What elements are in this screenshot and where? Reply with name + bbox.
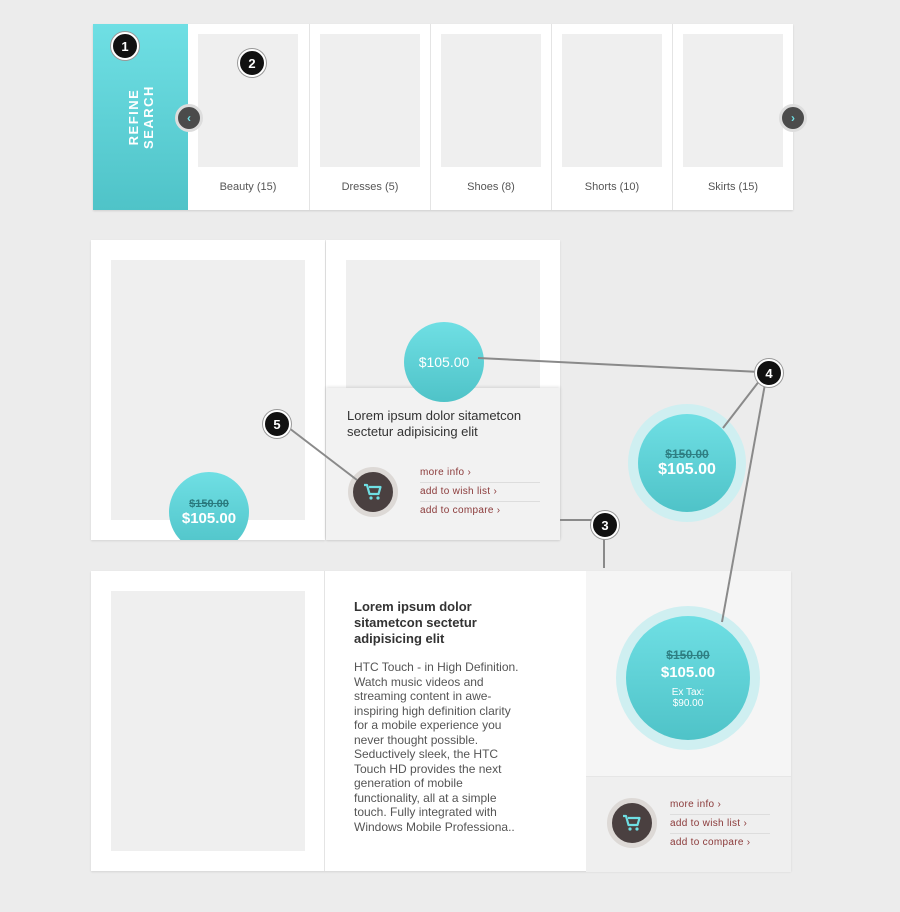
annotation-marker-4: 4 — [755, 359, 783, 387]
annotation-marker-3: 3 — [591, 511, 619, 539]
annotation-marker-2: 2 — [238, 49, 266, 77]
annotation-marker-1: 1 — [111, 32, 139, 60]
annotation-lines — [288, 357, 766, 623]
annotation-marker-5: 5 — [263, 410, 291, 438]
